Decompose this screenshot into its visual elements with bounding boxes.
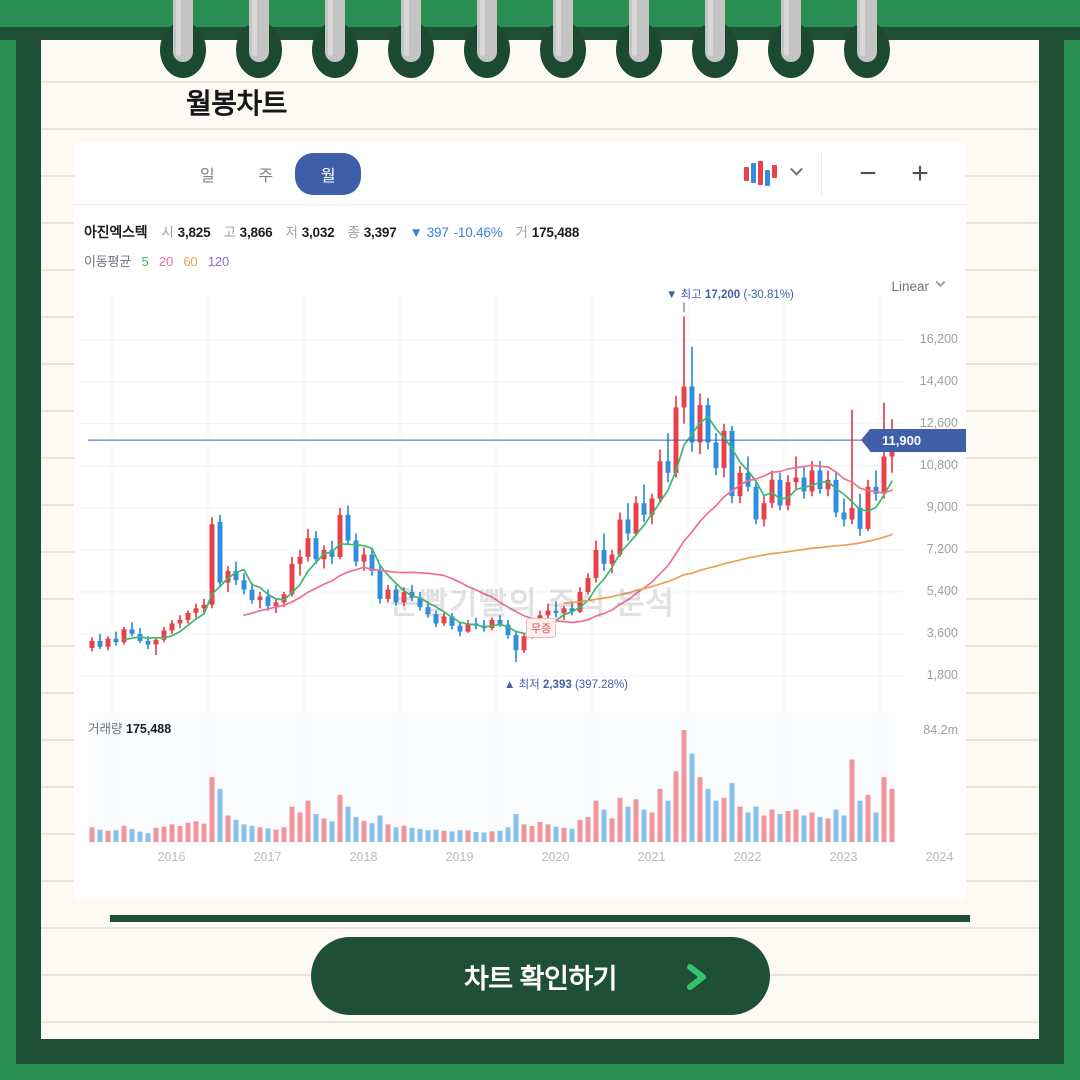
poster-page: 월봉차트 일 주 월 − + 아진엑스텍 시 3,825 고 3,866 저 3…	[0, 0, 1080, 1080]
y-axis-tick: 1,800	[926, 667, 958, 682]
moving-average-label: 이동평균	[84, 254, 132, 269]
x-axis-tick: 2020	[541, 850, 570, 864]
volume-title: 거래량	[88, 722, 123, 736]
volume-value: 175,488	[531, 225, 580, 240]
low-label: 최저	[518, 679, 540, 692]
low-value: 2,393	[542, 679, 572, 692]
tab-month[interactable]: 월	[294, 152, 362, 195]
high-value: 17,200	[704, 289, 741, 302]
ma-20: 20	[158, 254, 173, 269]
y-axis-tick: 3,600	[926, 625, 958, 640]
plot-area[interactable]: 운빨기빨의 주식 분석 ▼ 최고 17,200 (-30.81%) ▲ 최저 2…	[74, 270, 966, 870]
open-value: 3,825	[177, 225, 211, 240]
stock-name: 아진엑스텍	[84, 224, 148, 240]
candlestick-svg	[80, 292, 902, 842]
ma-60: 60	[183, 254, 198, 269]
x-axis-tick: 2019	[445, 850, 474, 864]
high-label: 최고	[680, 289, 702, 302]
candlestick-icon	[744, 160, 778, 187]
period-tabs: 일 주 월	[178, 152, 362, 195]
y-axis-tick: 10,800	[919, 457, 958, 472]
chart-card: 일 주 월 − + 아진엑스텍 시 3,825 고 3,866 저 3,032 …	[74, 143, 966, 900]
ma-120: 120	[207, 254, 229, 269]
current-price-badge: 11,900	[861, 428, 966, 452]
high-annotation: ▼ 최고 17,200 (-30.81%)	[666, 286, 794, 302]
spiral-rings	[0, 0, 1080, 80]
high-label: 고	[223, 225, 236, 240]
quote-summary: 아진엑스텍 시 3,825 고 3,866 저 3,032 종 3,397 ▼ …	[74, 205, 966, 242]
high-arrow-icon: ▼	[666, 289, 678, 302]
close-value: 3,397	[363, 225, 397, 240]
toolbar-right-controls: − +	[724, 143, 966, 204]
y-axis-tick: 9,000	[926, 499, 958, 514]
ma-5: 5	[141, 254, 149, 269]
low-arrow-icon: ▲	[504, 679, 516, 692]
volume-scale-label: 84.2m	[923, 723, 958, 737]
page-title: 월봉차트	[186, 88, 288, 119]
x-axis-tick: 2021	[637, 850, 666, 864]
y-axis-tick: 16,200	[919, 331, 958, 346]
binding-ring	[844, 0, 890, 78]
change-arrow-icon: ▼	[409, 225, 423, 240]
y-axis-tick: 12,600	[919, 415, 958, 430]
tab-week[interactable]: 주	[236, 154, 294, 194]
volume-label: 거	[515, 225, 528, 240]
x-axis-tick: 2016	[157, 850, 186, 864]
x-axis-tick: 2017	[253, 850, 282, 864]
binding-ring	[312, 0, 358, 78]
tab-day[interactable]: 일	[178, 154, 236, 194]
volume-panel-label: 거래량 175,488	[88, 718, 171, 737]
low-annotation: ▲ 최저 2,393 (397.28%)	[504, 676, 628, 692]
change-percent: -10.46%	[453, 225, 503, 240]
volume-panel-value: 175,488	[126, 722, 172, 736]
low-value: 3,032	[301, 225, 335, 240]
cta-button[interactable]: 차트 확인하기	[311, 937, 770, 1015]
binding-ring	[236, 0, 282, 78]
low-pct: (397.28%)	[574, 679, 629, 692]
zoom-in-button[interactable]: +	[894, 158, 946, 189]
low-label: 저	[285, 225, 298, 240]
event-marker-badge: 무증	[526, 617, 557, 638]
binding-ring	[160, 0, 206, 78]
x-axis-tick: 2018	[349, 850, 378, 864]
change-value: 397	[426, 225, 449, 240]
x-axis-tick: 2023	[829, 850, 858, 864]
binding-ring	[692, 0, 738, 78]
binding-ring	[768, 0, 814, 78]
moving-average-legend: 이동평균 5 20 60 120	[74, 242, 966, 270]
open-label: 시	[161, 225, 174, 240]
y-axis-tick: 5,400	[926, 583, 958, 598]
high-value: 3,866	[239, 225, 273, 240]
zoom-controls: − +	[822, 151, 966, 197]
binding-ring	[388, 0, 434, 78]
cta-label: 차트 확인하기	[463, 963, 618, 994]
chevron-down-icon	[790, 162, 803, 176]
chevron-right-icon	[687, 964, 706, 990]
y-axis-tick: 14,400	[919, 373, 958, 388]
zoom-out-button[interactable]: −	[842, 158, 894, 189]
footer-divider	[110, 915, 970, 922]
x-axis-tick: 2022	[733, 850, 762, 864]
binding-ring	[464, 0, 510, 78]
chart-type-selector[interactable]	[724, 150, 822, 197]
x-axis-tick: 2024	[925, 850, 954, 864]
binding-ring	[540, 0, 586, 78]
high-pct: (-30.81%)	[743, 289, 794, 302]
y-axis-tick: 7,200	[926, 541, 958, 556]
chart-toolbar: 일 주 월 − +	[74, 143, 966, 205]
binding-ring	[616, 0, 662, 78]
close-label: 종	[347, 225, 360, 240]
